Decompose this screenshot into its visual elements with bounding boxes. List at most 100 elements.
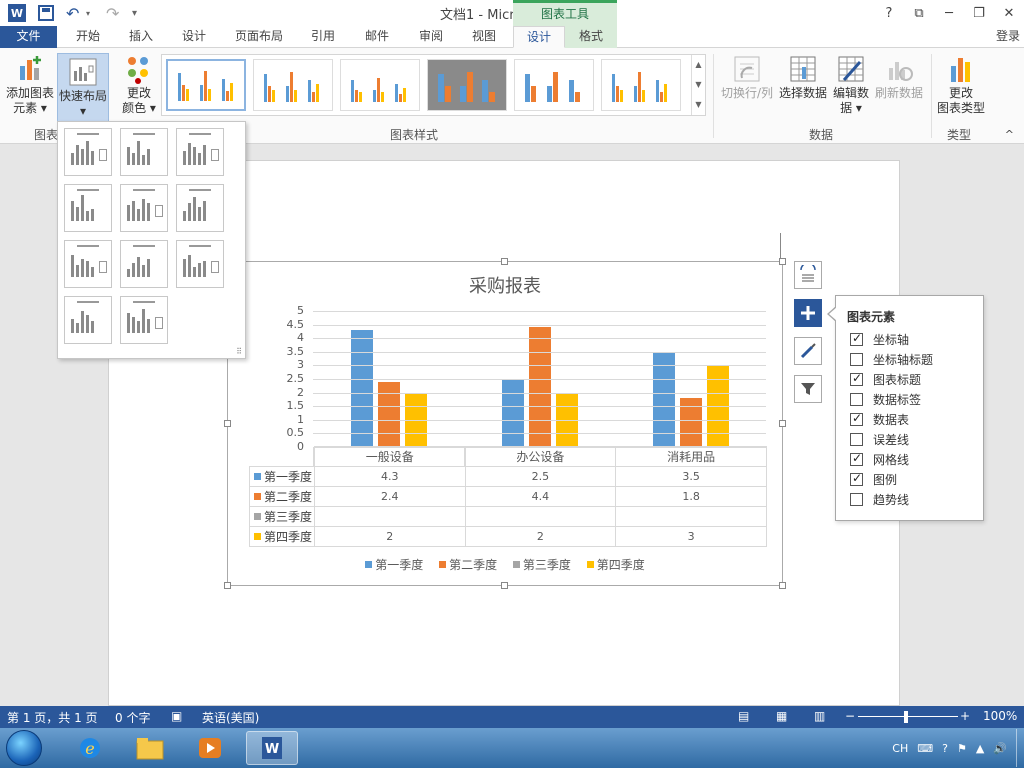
customize-quick-access-icon[interactable]: ▾ xyxy=(132,3,137,23)
checkbox-icon[interactable] xyxy=(850,411,863,426)
input-method[interactable]: CH xyxy=(892,742,908,755)
quick-layout-option[interactable] xyxy=(120,296,168,344)
chart-style-3[interactable] xyxy=(340,59,420,111)
bar-2-1[interactable] xyxy=(378,382,400,447)
quick-layout-option[interactable] xyxy=(64,128,112,176)
checkbox-icon[interactable] xyxy=(850,392,863,406)
word-logo-icon[interactable]: W xyxy=(8,4,26,22)
chart-styles-button[interactable] xyxy=(794,337,822,365)
quick-layout-option[interactable] xyxy=(176,184,224,232)
collapse-ribbon-icon[interactable]: ^ xyxy=(1005,128,1014,141)
checkbox-icon[interactable] xyxy=(850,471,863,486)
switch-row-column-button[interactable]: 切换行/列 xyxy=(720,54,774,101)
chart-element-option[interactable]: 坐标轴标题 xyxy=(850,351,933,367)
quick-layout-option[interactable] xyxy=(120,184,168,232)
quick-layout-option[interactable] xyxy=(64,296,112,344)
sign-in-link[interactable]: 登录 xyxy=(996,26,1020,48)
undo-icon[interactable]: ↶ xyxy=(66,3,79,23)
gallery-more-icon[interactable]: ▼ xyxy=(692,95,705,115)
zoom-out-button[interactable]: − xyxy=(845,709,855,723)
resize-grip-icon[interactable]: ⠿ xyxy=(236,347,242,356)
undo-dropdown-icon[interactable]: ▾ xyxy=(86,3,90,23)
bar-1-1[interactable] xyxy=(351,330,373,447)
show-desktop-button[interactable] xyxy=(1016,729,1022,767)
quick-layout-option[interactable] xyxy=(176,128,224,176)
tab-references[interactable]: 引用 xyxy=(298,26,348,48)
resize-handle[interactable] xyxy=(501,258,508,265)
checkbox-icon[interactable] xyxy=(850,352,863,366)
checkbox-icon[interactable] xyxy=(850,492,863,506)
media-player-taskbar-icon[interactable] xyxy=(184,731,236,765)
quick-layout-option[interactable] xyxy=(64,240,112,288)
tab-review[interactable]: 审阅 xyxy=(406,26,456,48)
chart-filters-button[interactable] xyxy=(794,375,822,403)
explorer-taskbar-icon[interactable] xyxy=(124,731,176,765)
chart-element-option[interactable]: 误差线 xyxy=(850,431,909,447)
tab-view[interactable]: 视图 xyxy=(460,26,508,48)
tray-up-icon[interactable]: ▲ xyxy=(976,742,984,755)
checkbox-icon[interactable] xyxy=(850,432,863,446)
read-mode-icon[interactable]: ▤ xyxy=(738,709,749,723)
tab-page-layout[interactable]: 页面布局 xyxy=(224,26,294,48)
chart-style-2[interactable] xyxy=(253,59,333,111)
add-chart-element-button[interactable]: 添加图表 元素 ▾ xyxy=(4,54,56,116)
redo-icon[interactable]: ↷ xyxy=(106,3,119,23)
layout-options-button[interactable] xyxy=(794,261,822,289)
start-button[interactable] xyxy=(6,730,42,766)
checkbox-icon[interactable] xyxy=(850,331,863,346)
minimize-icon[interactable]: ─ xyxy=(934,0,964,26)
chart-element-option[interactable]: 图例 xyxy=(850,471,897,487)
resize-handle[interactable] xyxy=(224,420,231,427)
web-layout-icon[interactable]: ▥ xyxy=(814,709,825,723)
quick-layout-option[interactable] xyxy=(64,184,112,232)
quick-layout-button[interactable]: 快速布局 ▾ xyxy=(57,53,109,123)
chart-style-4[interactable] xyxy=(427,59,507,111)
close-icon[interactable]: ✕ xyxy=(994,0,1024,26)
tab-chart-format[interactable]: 格式 xyxy=(565,26,617,48)
restore-icon[interactable]: ❐ xyxy=(964,0,994,26)
tab-mailings[interactable]: 邮件 xyxy=(352,26,402,48)
checkbox-icon[interactable] xyxy=(850,371,863,386)
language[interactable]: 英语(美国) xyxy=(202,709,259,726)
word-taskbar-icon[interactable]: W xyxy=(246,731,298,765)
tab-insert[interactable]: 插入 xyxy=(116,26,166,48)
resize-handle[interactable] xyxy=(224,582,231,589)
zoom-level[interactable]: 100% xyxy=(983,709,1017,723)
gallery-up-icon[interactable]: ▲ xyxy=(692,55,705,75)
quick-layout-option[interactable] xyxy=(120,240,168,288)
volume-icon[interactable]: 🔊 xyxy=(993,742,1007,755)
gallery-down-icon[interactable]: ▼ xyxy=(692,75,705,95)
chart-element-option[interactable]: 图表标题 xyxy=(850,371,921,387)
change-chart-type-button[interactable]: 更改 图表类型 xyxy=(934,54,988,116)
tab-design[interactable]: 设计 xyxy=(168,26,220,48)
resize-handle[interactable] xyxy=(501,582,508,589)
change-colors-button[interactable]: 更改 颜色 ▾ xyxy=(118,54,160,116)
bar-2-2[interactable] xyxy=(529,327,551,447)
word-count[interactable]: 0 个字 xyxy=(115,709,150,726)
chart-element-option[interactable]: 网格线 xyxy=(850,451,909,467)
tab-chart-design[interactable]: 设计 xyxy=(513,26,565,48)
proofing-icon[interactable]: ▣ xyxy=(171,709,182,723)
chart-element-option[interactable]: 坐标轴 xyxy=(850,331,909,347)
chart-element-option[interactable]: 数据表 xyxy=(850,411,909,427)
chart-elements-button[interactable] xyxy=(794,299,822,327)
tab-file[interactable]: 文件 xyxy=(0,26,57,48)
refresh-data-button[interactable]: 刷新数据 xyxy=(872,54,926,101)
save-icon[interactable] xyxy=(38,5,54,21)
edit-data-button[interactable]: 编辑数 据 ▾ xyxy=(830,54,872,116)
resize-handle[interactable] xyxy=(779,258,786,265)
chart-element-option[interactable]: 数据标签 xyxy=(850,391,921,407)
data-table[interactable]: 一般设备 办公设备 消耗用品 第一季度 4.3 2.5 3.5 第二季度 2.4… xyxy=(249,446,767,547)
quick-layout-option[interactable] xyxy=(120,128,168,176)
chart-style-6[interactable] xyxy=(601,59,681,111)
zoom-in-button[interactable]: + xyxy=(960,709,970,723)
flag-icon[interactable]: ⚑ xyxy=(957,742,967,755)
quick-layout-option[interactable] xyxy=(176,240,224,288)
keyboard-icon[interactable]: ⌨ xyxy=(917,742,933,755)
chart-title[interactable]: 采购报表 xyxy=(227,272,783,298)
checkbox-icon[interactable] xyxy=(850,451,863,466)
page-count[interactable]: 第 1 页，共 1 页 xyxy=(7,709,98,726)
resize-handle[interactable] xyxy=(779,420,786,427)
ie-taskbar-icon[interactable]: e xyxy=(64,731,116,765)
resize-handle[interactable] xyxy=(779,582,786,589)
